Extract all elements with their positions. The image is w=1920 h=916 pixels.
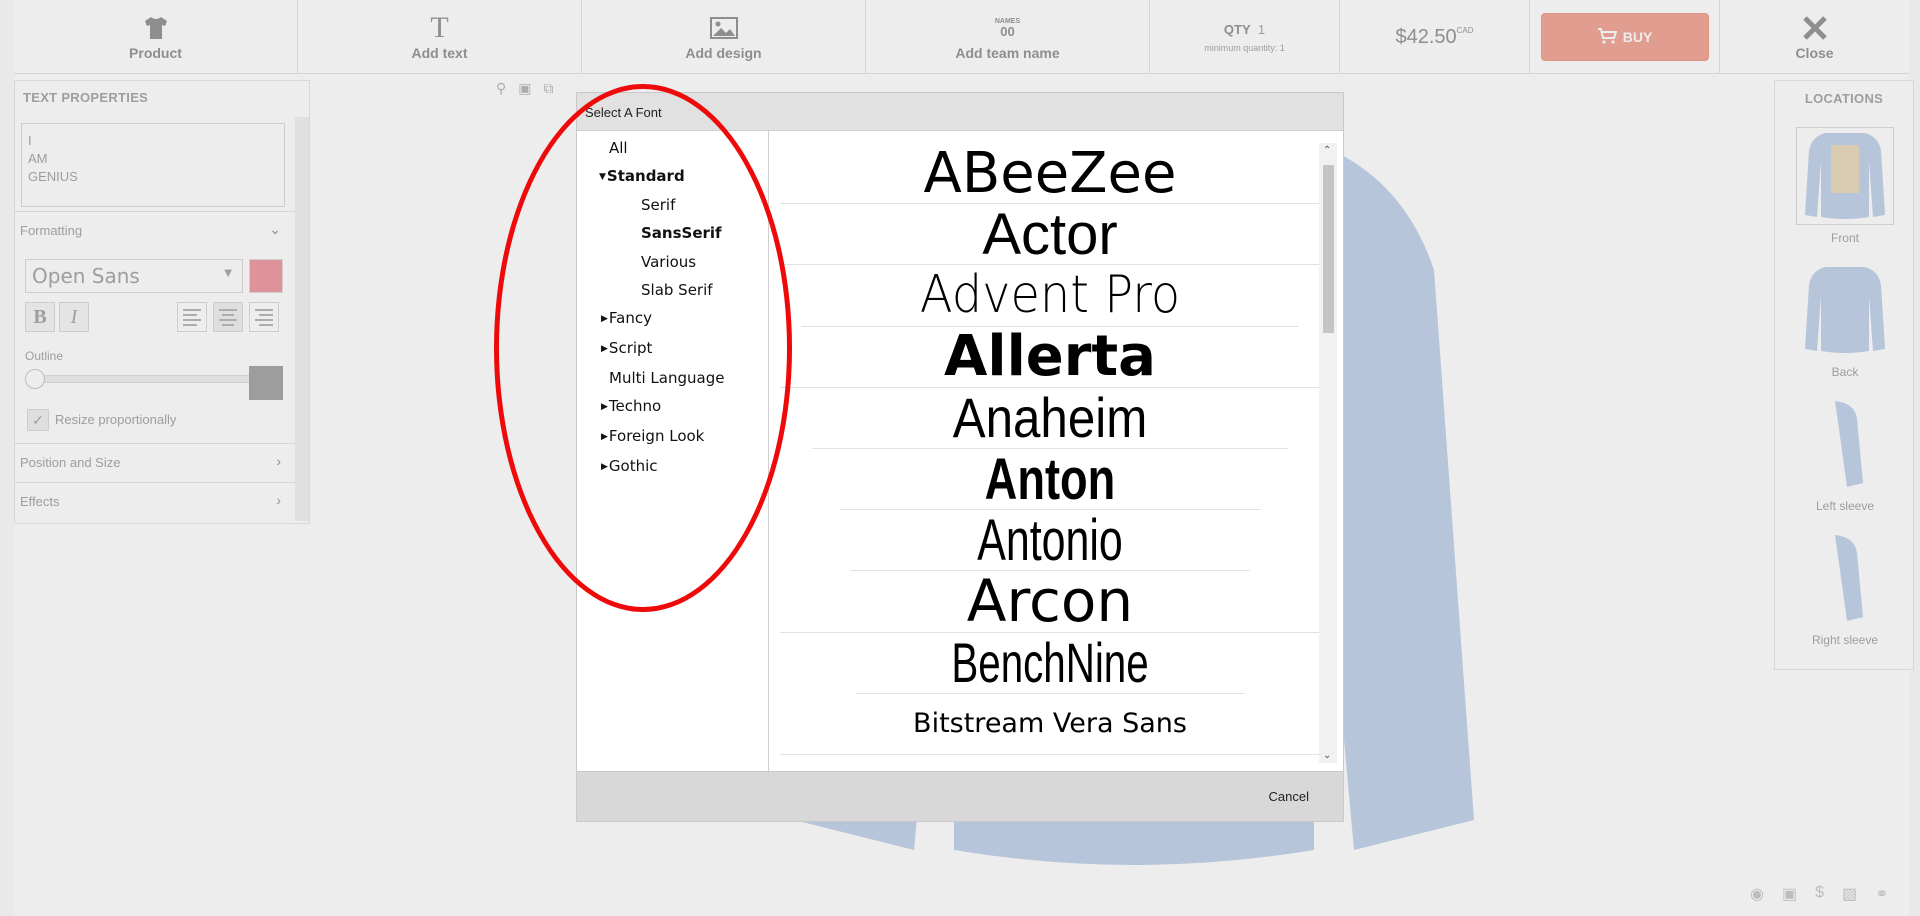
category-foreign-look[interactable]: ▶Foreign Look	[601, 427, 704, 445]
select-font-dialog: Select A Font All ▼Standard Serif SansSe…	[576, 92, 1344, 822]
font-option[interactable]: ABeeZee	[780, 143, 1320, 206]
category-techno[interactable]: ▶Techno	[601, 397, 661, 415]
category-sansserif[interactable]: SansSerif	[641, 224, 722, 242]
scroll-up-icon[interactable]: ⌃	[1323, 145, 1331, 156]
font-list: ABeeZee Actor Advent Pro Allerta Anaheim…	[780, 143, 1320, 763]
caret-down-icon: ▼	[599, 172, 606, 182]
category-label: Foreign Look	[608, 427, 705, 445]
caret-right-icon: ▶	[601, 432, 608, 442]
font-category-tree: All ▼Standard Serif SansSerif Various Sl…	[577, 131, 769, 771]
category-slab-serif[interactable]: Slab Serif	[641, 281, 713, 299]
scrollbar-thumb[interactable]	[1323, 165, 1334, 333]
category-gothic[interactable]: ▶Gothic	[601, 457, 658, 475]
category-label: Fancy	[608, 309, 652, 327]
font-list-scrollbar[interactable]: ⌃ ⌄	[1319, 143, 1337, 763]
font-option[interactable]: Anton	[839, 447, 1261, 512]
caret-right-icon: ▶	[601, 402, 608, 412]
font-option[interactable]: Allerta	[780, 324, 1320, 389]
category-serif[interactable]: Serif	[641, 196, 675, 214]
font-option[interactable]: Bitstream Vera Sans	[780, 694, 1320, 755]
category-label: Gothic	[608, 457, 658, 475]
font-option[interactable]: Antonio	[850, 508, 1250, 573]
caret-right-icon: ▶	[601, 462, 608, 472]
caret-right-icon: ▶	[601, 314, 608, 324]
caret-right-icon: ▶	[601, 344, 608, 354]
font-option[interactable]: Advent Pro	[801, 265, 1299, 327]
category-script[interactable]: ▶Script	[601, 339, 652, 357]
category-standard[interactable]: ▼Standard	[599, 167, 685, 185]
font-option[interactable]: Actor	[780, 202, 1320, 267]
category-various[interactable]: Various	[641, 253, 696, 271]
dialog-title: Select A Font	[577, 93, 1343, 131]
scroll-down-icon[interactable]: ⌄	[1323, 750, 1331, 761]
category-fancy[interactable]: ▶Fancy	[601, 309, 652, 327]
font-option[interactable]: Anaheim	[812, 386, 1288, 449]
category-label: Techno	[608, 397, 662, 415]
category-label: Standard	[606, 167, 685, 185]
category-label: Script	[608, 339, 653, 357]
category-multi-language[interactable]: Multi Language	[609, 369, 724, 387]
font-option[interactable]: Arcon	[780, 567, 1320, 635]
dialog-footer: Cancel	[577, 771, 1343, 821]
category-all[interactable]: All	[609, 139, 628, 157]
cancel-button[interactable]: Cancel	[1269, 789, 1309, 804]
font-option[interactable]: BenchNine	[855, 631, 1245, 694]
